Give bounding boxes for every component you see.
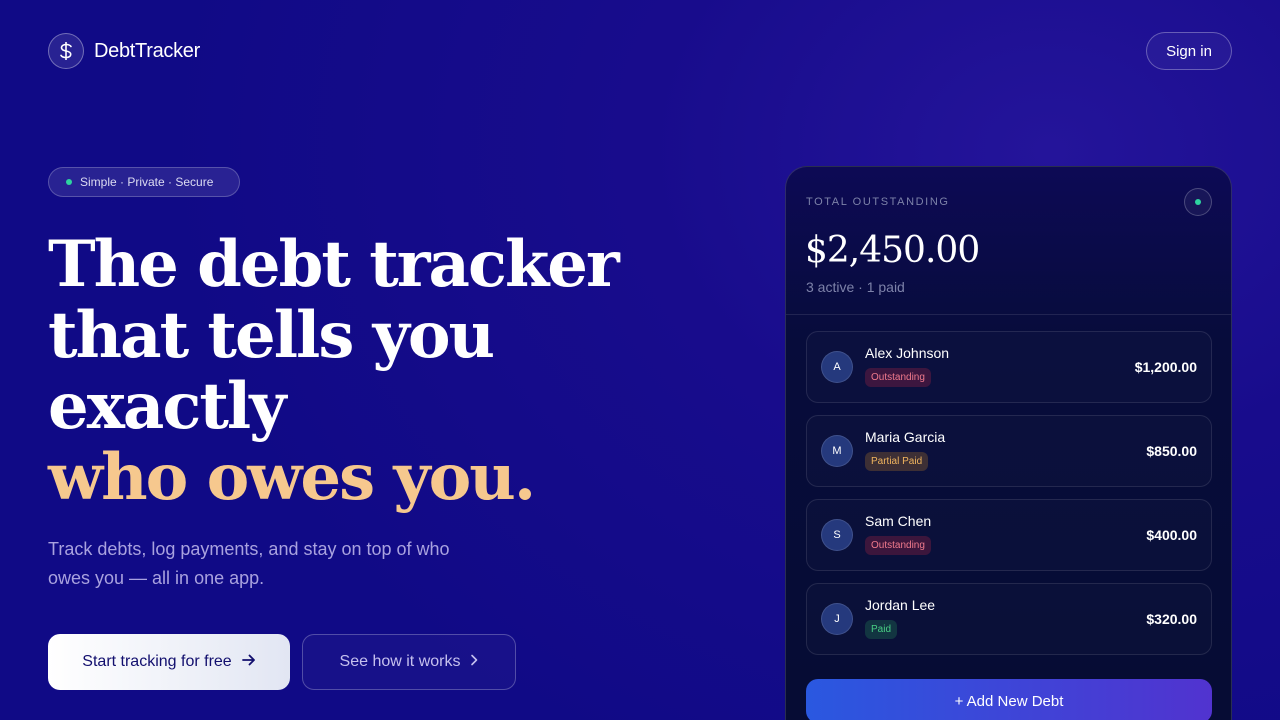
tagline-pill: Simple · Private · Secure (48, 167, 240, 197)
start-tracking-button[interactable]: Start tracking for free (48, 634, 290, 690)
hero-headline: The debt tracker that tells you exactly … (48, 229, 668, 513)
total-outstanding-amount: $2,450.00 (805, 230, 980, 271)
status-badge: Outstanding (865, 536, 931, 555)
sign-in-button[interactable]: Sign in (1146, 32, 1232, 70)
dollar-sign-icon (48, 33, 84, 69)
headline-line-2: that tells you (48, 298, 495, 373)
chevron-right-icon (470, 653, 478, 671)
debt-row[interactable]: A Alex Johnson Outstanding $1,200.00 (806, 331, 1212, 403)
debt-row[interactable]: M Maria Garcia Partial Paid $850.00 (806, 415, 1212, 487)
brand-name: DebtTracker (94, 39, 200, 62)
brand-logo[interactable]: DebtTracker (48, 33, 200, 69)
debtor-name: Maria Garcia (865, 429, 946, 445)
debt-amount: $850.00 (1146, 443, 1197, 459)
debt-amount: $320.00 (1146, 611, 1197, 627)
debt-count-summary: 3 active · 1 paid (806, 279, 905, 295)
debtor-name: Alex Johnson (865, 345, 950, 361)
avatar: S (821, 519, 853, 551)
debtor-name: Sam Chen (865, 513, 932, 529)
debt-summary-card: TOTAL OUTSTANDING $2,450.00 3 active · 1… (785, 166, 1232, 720)
status-badge: Partial Paid (865, 452, 929, 471)
status-dot-icon (66, 179, 72, 185)
avatar: J (821, 603, 853, 635)
headline-line-3: exactly (48, 369, 286, 444)
total-outstanding-label: TOTAL OUTSTANDING (806, 196, 950, 208)
status-badge: Paid (865, 620, 898, 639)
tagline-text: Simple · Private · Secure (80, 175, 214, 189)
avatar: A (821, 351, 853, 383)
arrow-right-icon (241, 653, 256, 671)
card-header: TOTAL OUTSTANDING $2,450.00 3 active · 1… (786, 167, 1231, 315)
debtor-name: Jordan Lee (865, 597, 936, 613)
hero-subtext: Track debts, log payments, and stay on t… (48, 539, 450, 588)
status-badge: Outstanding (865, 368, 931, 387)
debt-row[interactable]: J Jordan Lee Paid $320.00 (806, 583, 1212, 655)
debt-row[interactable]: S Sam Chen Outstanding $400.00 (806, 499, 1212, 571)
headline-line-1: The debt tracker (48, 227, 620, 302)
debt-amount: $1,200.00 (1134, 359, 1197, 375)
add-new-debt-button[interactable]: + Add New Debt (806, 679, 1212, 720)
debt-list: A Alex Johnson Outstanding $1,200.00 M M… (806, 331, 1212, 667)
start-tracking-label: Start tracking for free (82, 653, 232, 670)
see-how-it-works-button[interactable]: See how it works (302, 634, 516, 690)
see-how-label: See how it works (339, 653, 461, 670)
headline-accent: who owes you. (48, 440, 536, 515)
avatar: M (821, 435, 853, 467)
debt-amount: $400.00 (1146, 527, 1197, 543)
live-status-icon (1184, 188, 1212, 216)
